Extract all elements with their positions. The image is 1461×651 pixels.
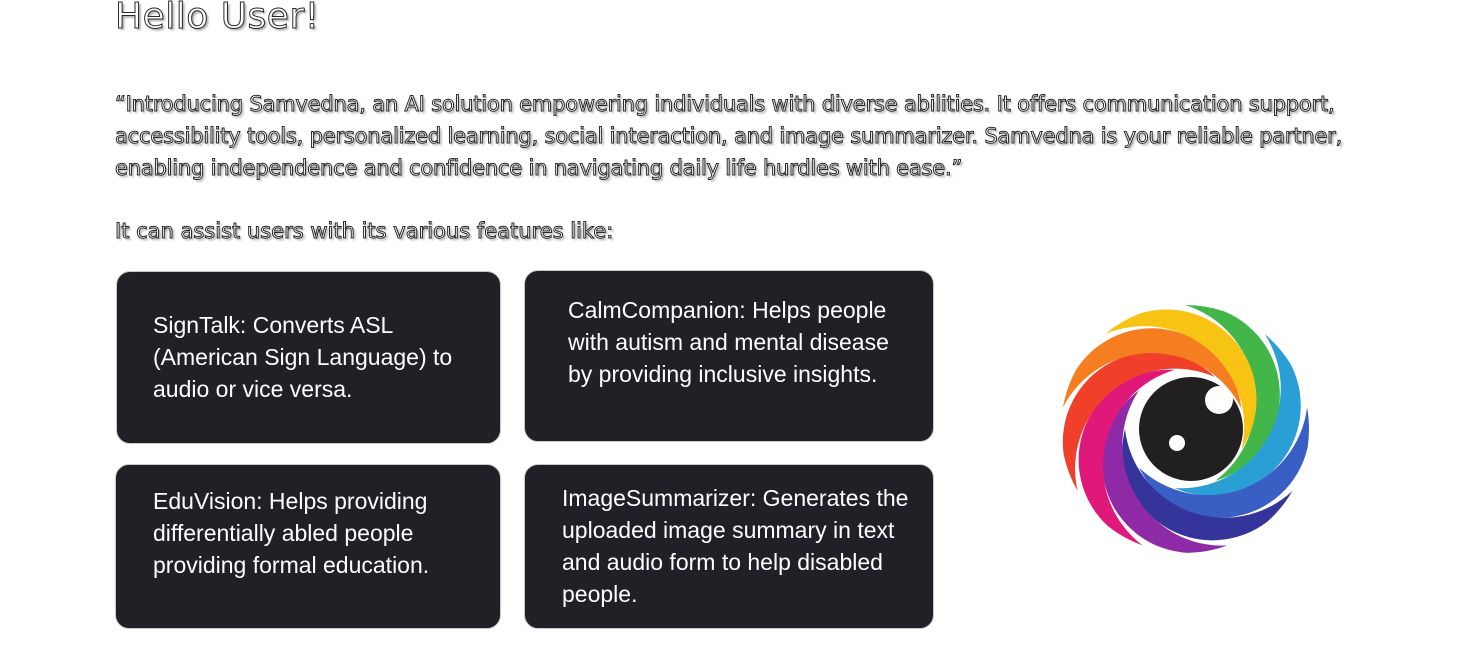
intro-paragraph: “Introducing Samvedna, an AI solution em… [115, 92, 1343, 181]
features-lead-text: It can assist users with its various fea… [114, 219, 614, 244]
feature-card-imagesummarizer[interactable]: ImageSummarizer: Generates the uploaded … [524, 464, 934, 629]
feature-card-eduvision[interactable]: EduVision: Helps providing differentiall… [115, 464, 501, 629]
logo-highlight-large [1205, 386, 1233, 414]
feature-card-signtalk[interactable]: SignTalk: Converts ASL (American Sign La… [116, 271, 501, 444]
page-greeting: Hello User! [115, 0, 320, 38]
feature-card-text: SignTalk: Converts ASL (American Sign La… [153, 312, 453, 402]
feature-card-text: CalmCompanion: Helps people with autism … [568, 297, 889, 387]
feature-card-text: ImageSummarizer: Generates the uploaded … [562, 485, 909, 607]
feature-card-text: EduVision: Helps providing differentiall… [153, 488, 430, 578]
logo-highlight-small [1169, 435, 1185, 451]
rainbow-eye-icon [1062, 305, 1309, 553]
feature-card-calmcompanion[interactable]: CalmCompanion: Helps people with autism … [524, 270, 934, 442]
